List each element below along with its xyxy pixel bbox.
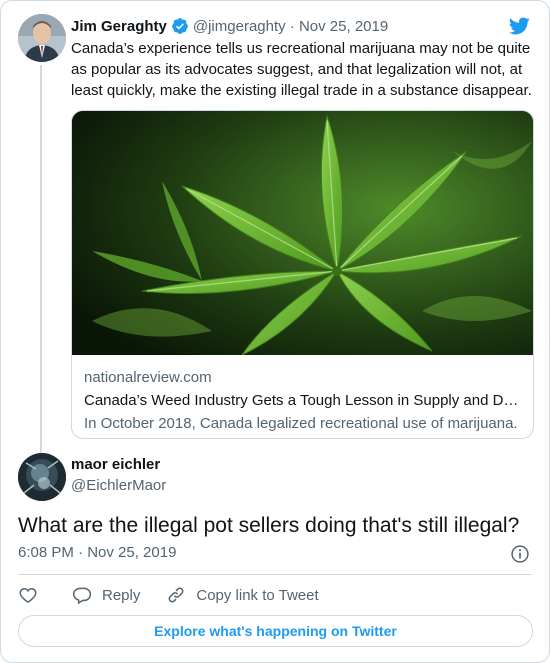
explore-twitter-button[interactable]: Explore what's happening on Twitter bbox=[18, 615, 533, 647]
thread-connector-line bbox=[40, 65, 42, 453]
reply-text: What are the illegal pot sellers doing t… bbox=[18, 514, 520, 537]
copy-link-label: Copy link to Tweet bbox=[196, 586, 319, 604]
embedded-tweet-card: Jim Geraghty @jimgeraghty · Nov 25, 2019… bbox=[0, 0, 550, 663]
copy-link-button[interactable]: Copy link to Tweet bbox=[166, 585, 319, 605]
verified-badge-icon bbox=[171, 18, 188, 34]
link-preview-meta: nationalreview.com Canada’s Weed Industr… bbox=[84, 368, 524, 434]
author-handle-and-date[interactable]: @jimgeraghty · Nov 25, 2019 bbox=[193, 18, 388, 35]
reply-author-avatar[interactable] bbox=[18, 453, 66, 501]
link-description: In October 2018, Canada legalized recrea… bbox=[84, 415, 518, 432]
tweet-text: Canada’s experience tells us recreationa… bbox=[71, 40, 532, 99]
reply-author-name[interactable]: maor eichler bbox=[71, 456, 160, 473]
link-preview-card[interactable]: nationalreview.com Canada’s Weed Industr… bbox=[71, 110, 534, 439]
like-button[interactable] bbox=[18, 585, 38, 605]
link-preview-image[interactable] bbox=[72, 111, 533, 357]
reply-author-handle[interactable]: @EichlerMaor bbox=[71, 477, 166, 494]
reply-timestamp[interactable]: 6:08 PM · Nov 25, 2019 bbox=[18, 544, 176, 561]
reply-label: Reply bbox=[102, 586, 141, 604]
reply-button[interactable]: Reply bbox=[72, 585, 140, 605]
action-bar: Reply Copy link to Tweet bbox=[18, 584, 319, 606]
link-icon bbox=[168, 587, 184, 603]
twitter-bird-icon[interactable] bbox=[507, 15, 531, 37]
link-title[interactable]: Canada’s Weed Industry Gets a Tough Less… bbox=[84, 391, 524, 411]
heart-icon bbox=[19, 587, 37, 603]
link-domain: nationalreview.com bbox=[84, 369, 212, 386]
author-name[interactable]: Jim Geraghty bbox=[71, 18, 167, 35]
author-avatar[interactable] bbox=[18, 14, 66, 62]
tweet-header: Jim Geraghty @jimgeraghty · Nov 25, 2019 bbox=[71, 16, 388, 36]
reply-bubble-icon bbox=[72, 587, 92, 605]
info-icon[interactable] bbox=[510, 544, 530, 564]
divider bbox=[18, 574, 532, 575]
